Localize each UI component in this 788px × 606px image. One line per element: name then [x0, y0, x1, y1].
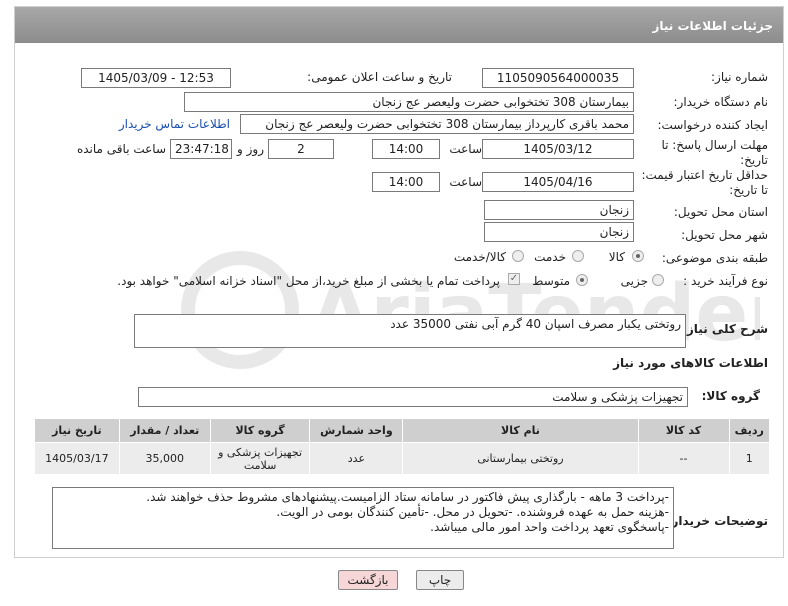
requester-field: محمد باقری کارپرداز بیمارستان 308 تختخوا…: [240, 114, 634, 134]
print-button[interactable]: چاپ: [416, 570, 464, 590]
city-field: زنجان: [484, 222, 634, 242]
category-radio-service[interactable]: [572, 250, 584, 262]
panel-title: جزئیات اطلاعات نیاز: [15, 7, 783, 43]
buyer-org-field: بیمارستان 308 تختخوابی حضرت ولیعصر عج زن…: [184, 92, 634, 112]
col-name: نام کالا: [402, 418, 639, 443]
buyer-contact-link[interactable]: اطلاعات تماس خریدار: [119, 117, 230, 131]
goods-table-header: ردیف کد کالا نام کالا واحد شمارش گروه کا…: [34, 418, 771, 443]
col-quantity: تعداد / مقدار: [118, 418, 211, 443]
goods-group-label: گروه کالا:: [701, 389, 760, 403]
announce-field: 1405/03/09 - 12:53: [81, 68, 231, 88]
buyer-note-line: -پرداخت 3 ماهه - بارگذاری پیش فاکتور در …: [146, 490, 669, 504]
deadline-date-field: 1405/03/12: [482, 139, 634, 159]
table-row: 1 -- روتختی بیمارستانی عدد تجهیزات پزشکی…: [34, 442, 771, 475]
col-date: تاریخ نیاز: [34, 418, 120, 443]
cell-row: 1: [728, 442, 771, 475]
validity-date-field: 1405/04/16: [482, 172, 634, 192]
days-label: روز و: [237, 142, 264, 156]
cell-group: تجهیزات پزشکی و سلامت: [209, 442, 311, 475]
category-radio-goods[interactable]: [632, 250, 644, 262]
buyer-note-line: -هزینه حمل به عهده فروشنده. -تحویل در مح…: [276, 505, 669, 519]
need-number-field: 1105090564000035: [482, 68, 634, 88]
description-field: روتختی یکبار مصرف اسپان 40 گرم آبی نفتی …: [134, 314, 686, 348]
city-label: شهر محل تحویل:: [681, 228, 768, 242]
requester-label: ایجاد کننده درخواست:: [657, 118, 768, 132]
validity-label: حداقل تاریخ اعتبار قیمت: تا تاریخ:: [641, 168, 768, 197]
buyer-org-label: نام دستگاه خریدار:: [673, 95, 769, 109]
buyer-notes-field: -پرداخت 3 ماهه - بارگذاری پیش فاکتور در …: [52, 487, 674, 549]
category-label: طبقه بندی موضوعی:: [661, 251, 768, 265]
process-radio-medium[interactable]: [576, 274, 588, 286]
payment-note: پرداخت تمام یا بخشی از مبلغ خرید،از محل …: [117, 274, 500, 288]
col-row: ردیف: [728, 418, 771, 443]
cell-name: روتختی بیمارستانی: [402, 442, 639, 475]
category-goods-label: کالا: [608, 250, 625, 264]
buyer-notes-label: توضیحات خریدار:: [666, 514, 768, 528]
cell-code: --: [637, 442, 730, 475]
process-minor-label: جزیی: [620, 274, 648, 288]
description-label: شرح کلی نیاز:: [682, 322, 768, 336]
cell-date: 1405/03/17: [34, 442, 120, 475]
deadline-time-label: ساعت: [449, 142, 482, 156]
remaining-time-field: 23:47:18: [170, 139, 232, 159]
validity-time-field: 14:00: [372, 172, 440, 192]
province-label: استان محل تحویل:: [673, 205, 768, 219]
cell-quantity: 35,000: [118, 442, 211, 475]
goods-table: ردیف کد کالا نام کالا واحد شمارش گروه کا…: [34, 418, 771, 475]
col-group: گروه کالا: [209, 418, 311, 443]
back-button[interactable]: بازگشت: [338, 570, 398, 590]
validity-time-label: ساعت: [449, 175, 482, 189]
province-field: زنجان: [484, 200, 634, 220]
treasury-checkbox[interactable]: ✓: [508, 273, 520, 285]
cell-unit: عدد: [309, 442, 404, 475]
deadline-time-field: 14:00: [372, 139, 440, 159]
remaining-label: ساعت باقی مانده: [76, 142, 166, 156]
announce-label: تاریخ و ساعت اعلان عمومی:: [307, 70, 452, 84]
need-number-label: شماره نیاز:: [711, 70, 768, 84]
deadline-label: مهلت ارسال پاسخ: تا تاریخ:: [661, 138, 768, 167]
process-medium-label: متوسط: [532, 274, 570, 288]
goods-section-title: اطلاعات کالاهای مورد نیاز: [613, 356, 768, 370]
goods-group-field: تجهیزات پزشکی و سلامت: [138, 387, 688, 407]
process-radio-minor[interactable]: [652, 274, 664, 286]
col-code: کد کالا: [637, 418, 730, 443]
buyer-note-line: -پاسخگوی تعهد پرداخت واحد امور مالی میبا…: [430, 520, 669, 534]
category-goods-service-label: کالا/خدمت: [453, 250, 506, 264]
process-label: نوع فرآیند خرید :: [683, 274, 768, 288]
category-service-label: خدمت: [534, 250, 566, 264]
category-radio-goods-service[interactable]: [512, 250, 524, 262]
days-field: 2: [268, 139, 334, 159]
col-unit: واحد شمارش: [309, 418, 404, 443]
